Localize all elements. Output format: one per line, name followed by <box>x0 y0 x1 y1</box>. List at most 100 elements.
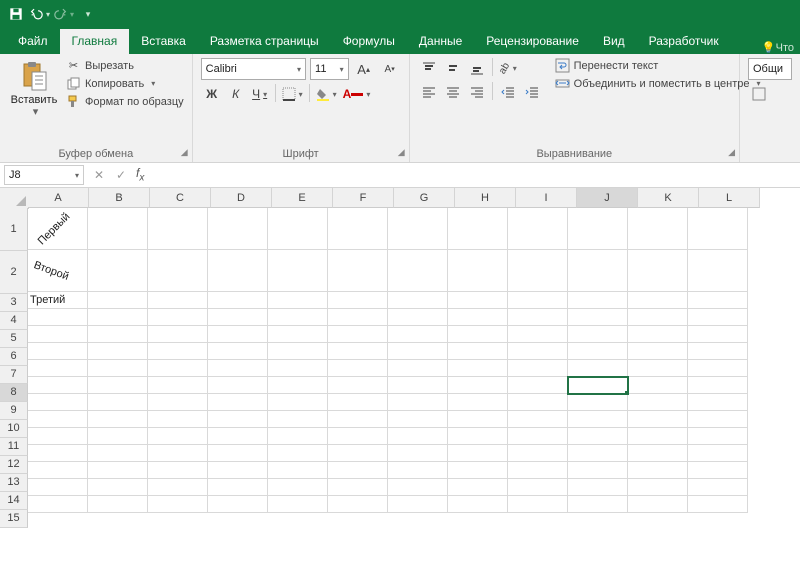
underline-button[interactable]: Ч▾ <box>249 84 271 104</box>
cell[interactable] <box>448 292 508 309</box>
cell[interactable] <box>628 445 688 462</box>
cell[interactable] <box>688 428 748 445</box>
cell[interactable] <box>508 462 568 479</box>
orientation-button[interactable]: ab▾ <box>497 58 519 78</box>
tell-me[interactable]: 💡 Что <box>756 41 800 54</box>
cell[interactable] <box>28 309 88 326</box>
cell[interactable] <box>208 343 268 360</box>
cell[interactable] <box>208 462 268 479</box>
cell[interactable] <box>568 343 628 360</box>
cell[interactable] <box>328 479 388 496</box>
align-top-button[interactable] <box>418 58 440 78</box>
cell[interactable] <box>208 394 268 411</box>
cell[interactable] <box>328 326 388 343</box>
cell[interactable] <box>208 360 268 377</box>
cell[interactable] <box>448 208 508 250</box>
tab-home[interactable]: Главная <box>60 29 130 54</box>
dialog-launcher-icon[interactable]: ◢ <box>398 147 405 158</box>
number-format-combo[interactable]: Общи <box>748 58 792 80</box>
cell[interactable] <box>508 208 568 250</box>
cell[interactable] <box>688 360 748 377</box>
cell[interactable] <box>688 445 748 462</box>
redo-icon[interactable]: ▾ <box>54 4 74 24</box>
cell[interactable] <box>148 462 208 479</box>
cell[interactable] <box>88 479 148 496</box>
cell[interactable] <box>208 250 268 292</box>
row-header[interactable]: 9 <box>0 402 28 420</box>
cell[interactable] <box>88 343 148 360</box>
cell[interactable] <box>448 411 508 428</box>
increase-font-button[interactable]: A▴ <box>353 59 375 79</box>
cell[interactable] <box>628 343 688 360</box>
cell[interactable] <box>268 411 328 428</box>
cell[interactable] <box>328 309 388 326</box>
cell[interactable] <box>208 208 268 250</box>
column-header[interactable]: A <box>28 188 89 208</box>
column-header[interactable]: I <box>516 188 577 208</box>
cell[interactable] <box>388 292 448 309</box>
cell[interactable] <box>628 496 688 513</box>
align-right-button[interactable] <box>466 82 488 102</box>
row-header[interactable]: 8 <box>0 384 28 402</box>
cell[interactable] <box>268 250 328 292</box>
cell[interactable] <box>148 360 208 377</box>
cell[interactable]: Первый <box>28 208 88 250</box>
cell[interactable] <box>568 411 628 428</box>
decrease-font-button[interactable]: A▾ <box>379 59 401 79</box>
cell[interactable] <box>88 462 148 479</box>
save-icon[interactable] <box>6 4 26 24</box>
cell[interactable] <box>688 479 748 496</box>
cell[interactable] <box>148 496 208 513</box>
cell[interactable] <box>28 428 88 445</box>
paste-button[interactable]: Вставить ▾ <box>8 58 60 118</box>
cell[interactable] <box>268 326 328 343</box>
row-header[interactable]: 6 <box>0 348 28 366</box>
cell[interactable] <box>688 394 748 411</box>
cell[interactable] <box>568 479 628 496</box>
align-left-button[interactable] <box>418 82 440 102</box>
bold-button[interactable]: Ж <box>201 84 223 104</box>
cell[interactable] <box>508 250 568 292</box>
cell[interactable] <box>268 394 328 411</box>
cell[interactable] <box>448 445 508 462</box>
cell[interactable] <box>388 343 448 360</box>
cell[interactable] <box>388 326 448 343</box>
cell[interactable] <box>688 292 748 309</box>
cell[interactable] <box>328 360 388 377</box>
cell[interactable] <box>628 360 688 377</box>
dialog-launcher-icon[interactable]: ◢ <box>728 147 735 158</box>
cell[interactable] <box>448 462 508 479</box>
tab-data[interactable]: Данные <box>407 29 474 54</box>
column-header[interactable]: B <box>89 188 150 208</box>
row-header[interactable]: 10 <box>0 420 28 438</box>
row-header[interactable]: 15 <box>0 510 28 528</box>
cell[interactable] <box>28 496 88 513</box>
wrap-text-button[interactable]: Перенести текст <box>555 58 761 73</box>
cell[interactable] <box>448 377 508 394</box>
cell[interactable] <box>148 208 208 250</box>
cell[interactable] <box>628 208 688 250</box>
cell[interactable] <box>568 428 628 445</box>
cell[interactable] <box>568 292 628 309</box>
cell[interactable] <box>388 462 448 479</box>
cell[interactable] <box>328 377 388 394</box>
cell[interactable] <box>628 309 688 326</box>
cell[interactable] <box>448 394 508 411</box>
accounting-format-button[interactable] <box>748 84 770 104</box>
cell[interactable] <box>148 428 208 445</box>
cell[interactable] <box>208 377 268 394</box>
cell[interactable] <box>268 496 328 513</box>
cell[interactable] <box>688 309 748 326</box>
cell[interactable] <box>568 326 628 343</box>
cell[interactable] <box>508 360 568 377</box>
cell[interactable] <box>568 496 628 513</box>
cell[interactable] <box>508 428 568 445</box>
cell[interactable] <box>88 377 148 394</box>
cell[interactable] <box>328 292 388 309</box>
increase-indent-button[interactable] <box>521 82 543 102</box>
select-all-corner[interactable] <box>0 188 29 209</box>
copy-button[interactable]: Копировать▾ <box>66 76 184 91</box>
tab-page-layout[interactable]: Разметка страницы <box>198 29 331 54</box>
tab-view[interactable]: Вид <box>591 29 637 54</box>
cell[interactable] <box>148 292 208 309</box>
